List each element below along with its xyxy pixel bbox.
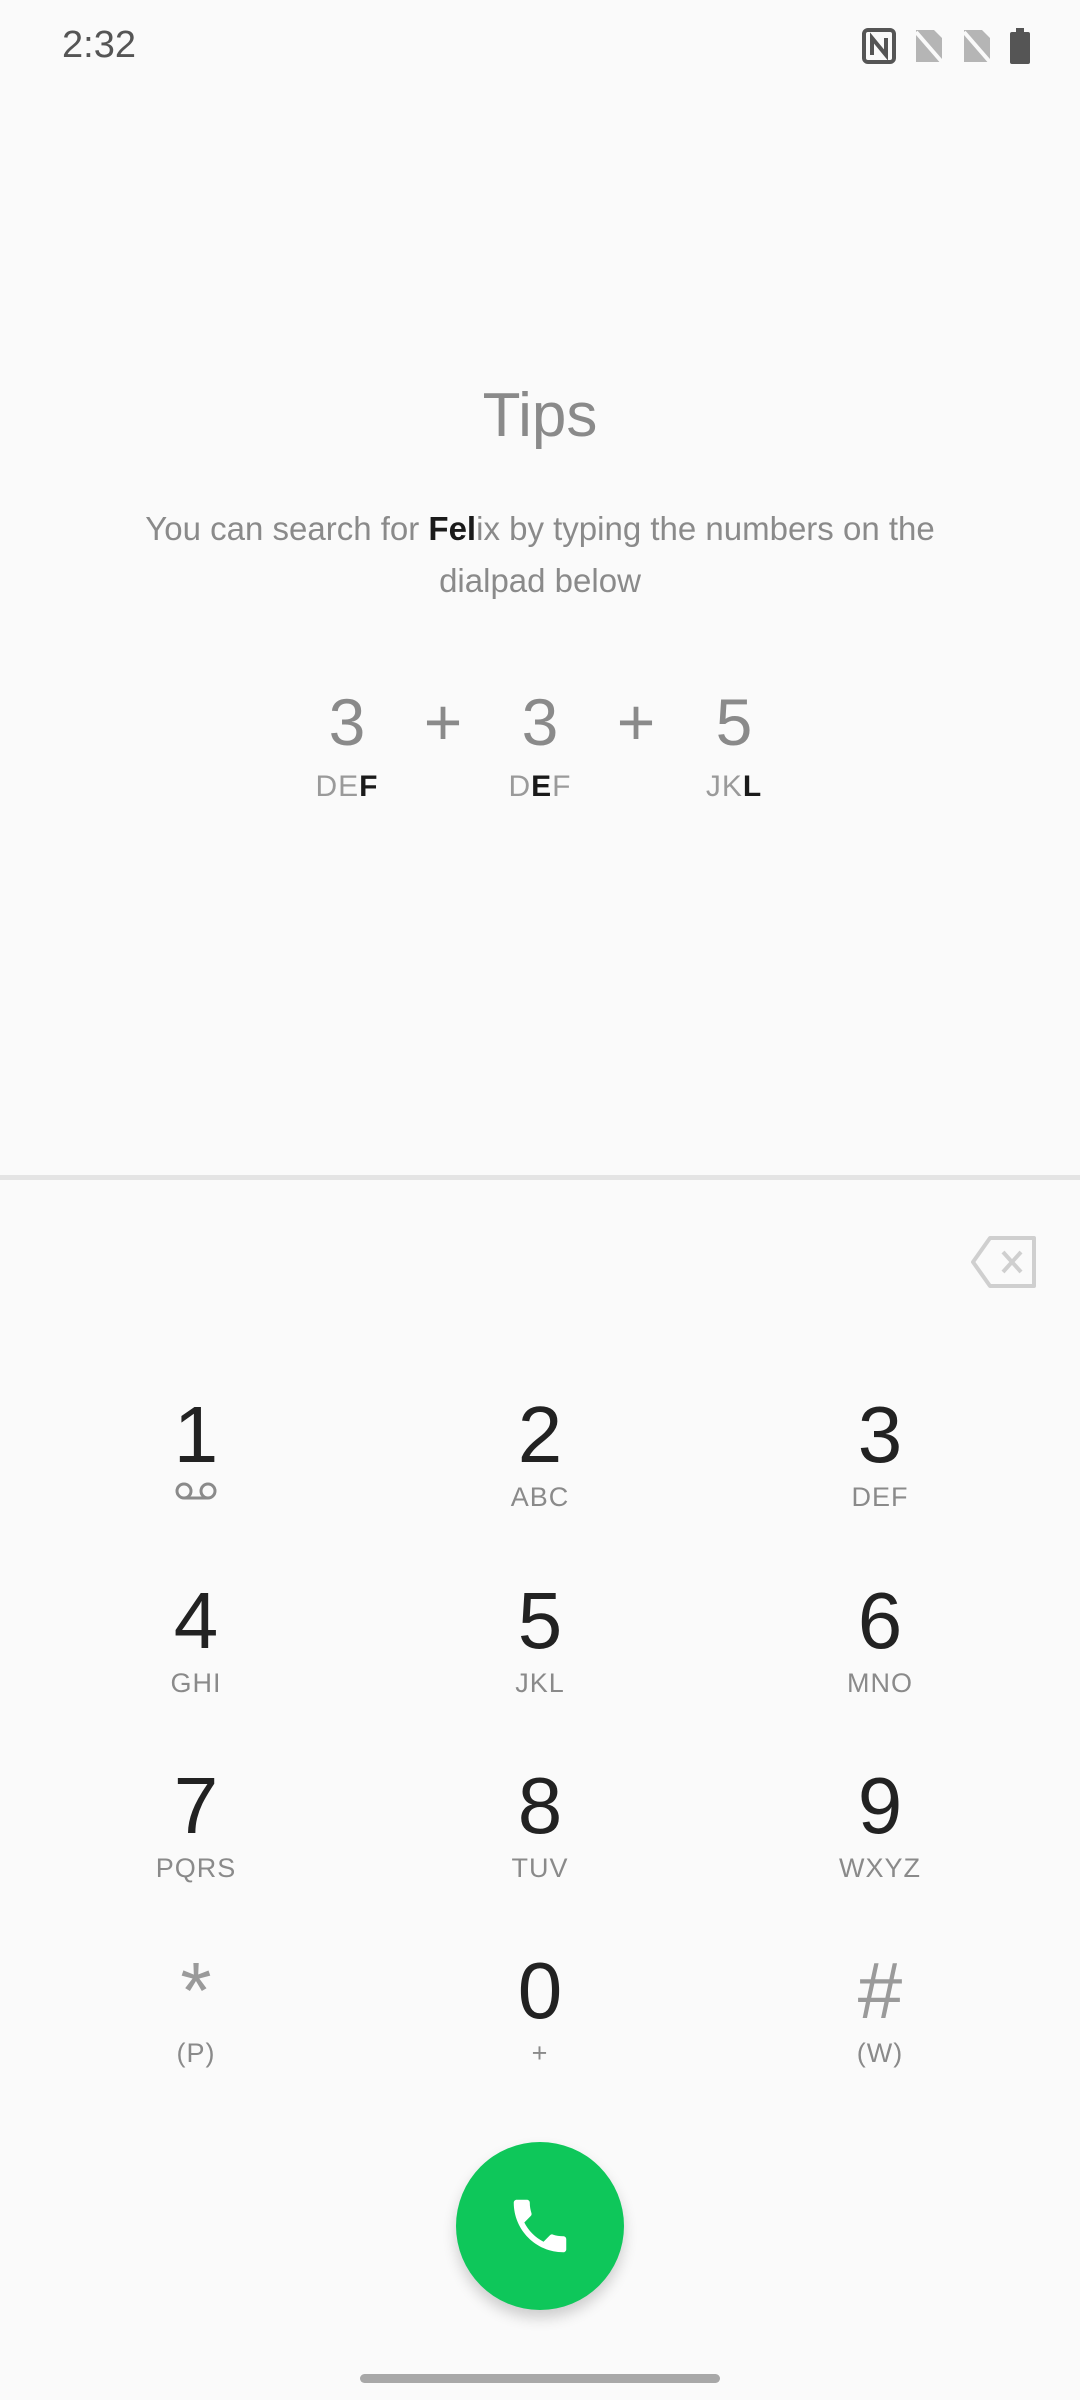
combo-digit: 5: [715, 685, 753, 759]
key-letters: (W): [856, 2038, 904, 2068]
key-digit: 1: [173, 1390, 219, 1479]
key-letters: DEF: [851, 1482, 909, 1512]
key-7[interactable]: 7 PQRS: [66, 1761, 326, 1911]
nfc-icon: [862, 28, 896, 69]
combo-letters: DEF: [315, 770, 379, 803]
tips-desc-suffix: ix by typing the numbers on the dialpad …: [439, 510, 935, 599]
key-letters: (P): [176, 2038, 216, 2068]
key-digit: 8: [517, 1761, 563, 1850]
tips-title: Tips: [482, 381, 598, 450]
key-digit: 9: [857, 1761, 903, 1850]
tips-desc-highlight: Fel: [428, 510, 477, 547]
combo-item: 3 DEF: [267, 680, 427, 804]
key-digit: #: [857, 1946, 903, 2035]
key-digit: 6: [857, 1576, 903, 1665]
key-2[interactable]: 2 ABC: [410, 1390, 670, 1540]
combo-letters: JKL: [705, 770, 763, 803]
key-letters: ABC: [510, 1482, 570, 1512]
backspace-button[interactable]: [970, 1232, 1040, 1292]
status-time: 2:32: [62, 24, 136, 66]
key-letters: MNO: [847, 1668, 913, 1698]
combo-letters: DEF: [508, 770, 572, 803]
key-8[interactable]: 8 TUV: [410, 1761, 670, 1911]
key-4[interactable]: 4 GHI: [66, 1576, 326, 1726]
key-hash[interactable]: # (W): [750, 1946, 1010, 2096]
key-digit: 7: [173, 1761, 219, 1850]
combo-item: 5 JKL: [654, 680, 814, 804]
status-bar: 2:32: [0, 0, 1080, 96]
tips-section: Tips You can search for Felix by typing …: [0, 380, 1080, 607]
key-digit: 4: [173, 1576, 219, 1665]
key-digit: 5: [517, 1576, 563, 1665]
tips-desc-prefix: You can search for: [145, 510, 429, 547]
backspace-icon: [971, 1236, 1036, 1288]
home-indicator[interactable]: [360, 2374, 720, 2383]
status-icons: [862, 28, 1030, 69]
key-digit: 3: [857, 1390, 903, 1479]
battery-icon: [1010, 28, 1030, 69]
key-letters: GHI: [170, 1668, 222, 1698]
sim-off-icon: [962, 28, 992, 69]
tips-digit-combo: 3 DEF + 3 DEF + 5 JKL: [0, 680, 1080, 820]
combo-item: 3 DEF: [460, 680, 620, 804]
key-letters: TUV: [511, 1853, 569, 1883]
key-letters: JKL: [515, 1668, 565, 1698]
key-star[interactable]: * (P): [66, 1946, 326, 2096]
key-digit: 0: [517, 1946, 563, 2035]
key-0[interactable]: 0 +: [410, 1946, 670, 2096]
sim-off-icon: [914, 28, 944, 69]
combo-digit: 3: [328, 685, 366, 759]
key-letters: +: [531, 2038, 549, 2068]
key-6[interactable]: 6 MNO: [750, 1576, 1010, 1726]
key-3[interactable]: 3 DEF: [750, 1390, 1010, 1540]
key-digit: 2: [517, 1390, 563, 1479]
tips-description: You can search for Felix by typing the n…: [110, 503, 970, 607]
phone-icon: [513, 2199, 567, 2253]
key-5[interactable]: 5 JKL: [410, 1576, 670, 1726]
voicemail-icon: [66, 1480, 326, 1510]
key-digit: *: [180, 1946, 212, 2035]
key-1[interactable]: 1: [66, 1390, 326, 1540]
key-letters: WXYZ: [839, 1853, 921, 1883]
key-9[interactable]: 9 WXYZ: [750, 1761, 1010, 1911]
combo-digit: 3: [521, 685, 559, 759]
key-letters: PQRS: [155, 1853, 237, 1883]
dialer-screen: 2:32 Tips You can search for Felix by ty…: [0, 0, 1080, 2400]
call-button[interactable]: [456, 2142, 624, 2310]
dialpad-divider: [0, 1175, 1080, 1180]
